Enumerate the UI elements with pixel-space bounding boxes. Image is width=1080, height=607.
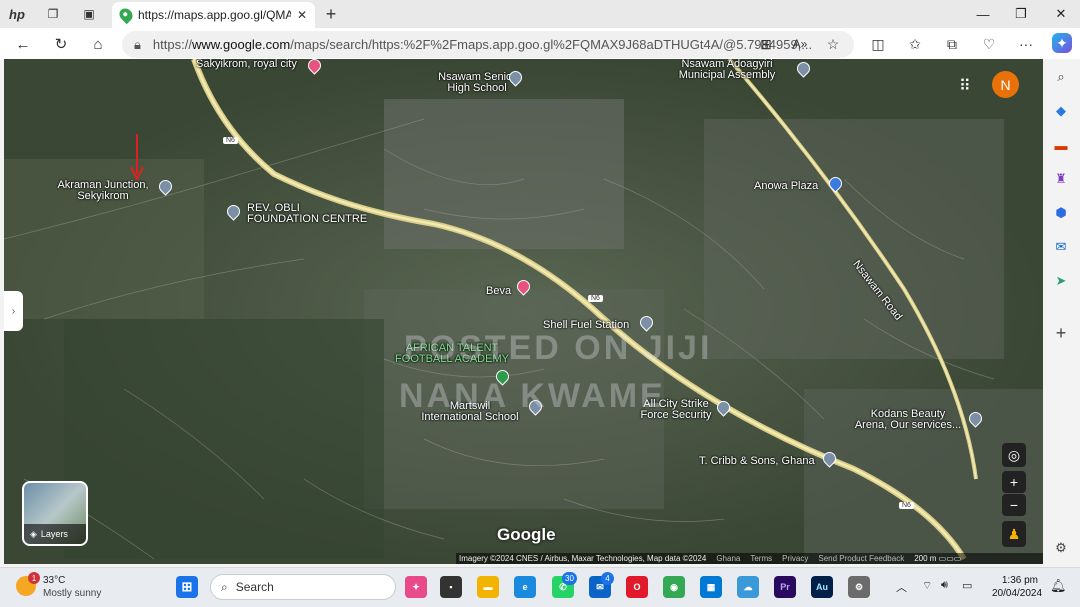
start-icon[interactable]: ⊞ <box>176 576 198 598</box>
collections-icon[interactable]: ⧉ <box>942 34 962 54</box>
weather-badge: 1 <box>28 572 40 584</box>
zoom-in-button[interactable]: + <box>1002 471 1026 493</box>
clock-date: 20/04/2024 <box>992 588 1043 599</box>
new-tab-icon[interactable]: + <box>322 4 340 24</box>
sidebar-tools-icon[interactable]: ▬ <box>1051 135 1071 155</box>
sidebar-send-icon[interactable]: ➤ <box>1051 271 1071 291</box>
attribution-bar: Imagery ©2024 CNES / Airbus, Maxar Techn… <box>456 553 1043 564</box>
road-shield-n6-c: N6 <box>899 502 914 509</box>
label-beva[interactable]: Beva <box>486 286 511 297</box>
copilot-icon[interactable]: ✦ <box>1052 33 1072 53</box>
chevron-up-icon[interactable]: ︿ <box>896 579 907 595</box>
refresh-icon[interactable]: ↻ <box>50 34 72 54</box>
copilot-taskbar-icon[interactable]: ✦ <box>405 576 427 598</box>
volume-icon[interactable]: 🔊︎ <box>941 579 948 592</box>
temperature: 33°C <box>43 575 66 586</box>
address-bar[interactable]: 🔒︎ https://www.google.com/maps/search/ht… <box>122 31 854 58</box>
label-rev-obli[interactable]: REV. OBLI FOUNDATION CENTRE <box>247 203 367 225</box>
layers-label: Layers <box>40 529 68 539</box>
mail-badge: 4 <box>601 572 614 585</box>
feedback-link[interactable]: Send Product Feedback <box>818 554 904 563</box>
weather-condition: Mostly sunny <box>43 588 102 599</box>
close-tab-icon[interactable]: ✕ <box>297 8 307 22</box>
sidebar-settings-icon[interactable]: ⚙ <box>1051 538 1071 558</box>
taskbar <box>0 567 1080 607</box>
map-view[interactable]: Sakyikrom, royal city Nsawam Senior High … <box>4 59 1043 564</box>
audition-icon[interactable]: Au <box>811 576 833 598</box>
sidebar-shopping-icon[interactable]: ◆ <box>1051 101 1071 121</box>
layers-button[interactable]: ◈ Layers <box>22 481 88 546</box>
notification-bell-icon[interactable]: 🔔︎ <box>1050 578 1067 594</box>
google-logo: Google <box>497 525 556 544</box>
chatgpt-icon[interactable]: ⚙ <box>848 576 870 598</box>
hp-logo-icon: hp <box>9 6 25 22</box>
read-aloud-icon[interactable]: A» <box>790 34 810 54</box>
my-location-icon[interactable]: ◎ <box>1002 443 1026 467</box>
expand-panel-button[interactable]: › <box>4 291 23 331</box>
vertical-tabs-icon[interactable]: ▣ <box>80 5 98 23</box>
taskbar-search[interactable]: ⌕ Search <box>210 574 396 600</box>
active-tab[interactable]: https://maps.app.goo.gl/QMAX9 ✕ <box>112 2 315 28</box>
label-t-cribb[interactable]: T. Cribb & Sons, Ghana <box>699 456 815 467</box>
imagery-credit: Imagery ©2024 CNES / Airbus, Maxar Techn… <box>459 554 707 563</box>
label-kodans-beauty[interactable]: Kodans Beauty Arena, Our services... <box>852 409 964 431</box>
browser-essentials-icon[interactable]: ♡ <box>979 34 999 54</box>
sidebar-outlook-icon[interactable]: ✉ <box>1051 237 1071 257</box>
road-shield-n6-b: N6 <box>588 295 603 302</box>
back-icon[interactable]: ← <box>12 34 34 54</box>
workspaces-icon[interactable]: ❐ <box>44 5 62 23</box>
close-window-icon[interactable]: ✕ <box>1046 4 1076 24</box>
url-scheme: https:// <box>152 37 192 52</box>
app-available-icon[interactable]: ⊞ <box>756 34 776 54</box>
favorites-icon[interactable]: ✩ <box>905 34 925 54</box>
task-view-icon[interactable]: ▪ <box>440 576 462 598</box>
weather-widget[interactable]: 33°C Mostly sunny <box>43 574 101 600</box>
whatsapp-badge: 30 <box>562 572 577 585</box>
sidebar-games-icon[interactable]: ♜ <box>1051 169 1071 189</box>
sidebar-search-icon[interactable]: ⌕ <box>1051 67 1071 87</box>
clock-time: 1:36 pm <box>1001 575 1038 586</box>
label-akraman-junction[interactable]: Akraman Junction, Sekyikrom <box>48 180 158 202</box>
home-icon[interactable]: ⌂ <box>87 34 109 54</box>
label-anowa-plaza[interactable]: Anowa Plaza <box>754 181 818 192</box>
chrome-icon[interactable]: ◉ <box>663 576 685 598</box>
photos-icon[interactable]: ☁ <box>737 576 759 598</box>
avatar[interactable]: N <box>992 71 1019 98</box>
pegman-icon[interactable]: ♟ <box>1002 521 1026 547</box>
road-shield-n6-a: N6 <box>223 137 238 144</box>
country-link[interactable]: Ghana <box>716 554 740 563</box>
url-host: www.google.com <box>191 37 291 52</box>
terms-link[interactable]: Terms <box>750 554 772 563</box>
watermark-bottom: NANA KWAME <box>399 377 666 415</box>
label-sakyikrom-royal[interactable]: Sakyikrom, royal city <box>196 59 297 70</box>
maps-favicon-icon <box>116 5 136 25</box>
battery-icon[interactable]: ▭ <box>962 579 972 592</box>
lock-icon: 🔒︎ <box>134 36 141 52</box>
privacy-link[interactable]: Privacy <box>782 554 808 563</box>
scale-bar[interactable]: 200 m ▭▭▭ <box>914 554 961 563</box>
more-menu-icon[interactable]: ··· <box>1016 34 1036 54</box>
search-placeholder: Search <box>235 580 274 594</box>
sidebar-add-icon[interactable]: + <box>1051 323 1071 343</box>
watermark-top: POSTED ON JIJI <box>404 329 713 367</box>
favorite-star-icon[interactable]: ☆ <box>823 34 843 54</box>
split-screen-icon[interactable]: ◫ <box>868 34 888 54</box>
url-path: /maps/search/https:%2F%2Fmaps.app.goo.gl… <box>290 37 813 52</box>
sidebar-m365-icon[interactable]: ⬢ <box>1051 203 1071 223</box>
premiere-pro-icon[interactable]: Pr <box>774 576 796 598</box>
clock[interactable]: 1:36 pm 20/04/2024 <box>992 574 1043 600</box>
edge-icon[interactable]: e <box>514 576 536 598</box>
label-nsawam-adoagyiri[interactable]: Nsawam Adoagyiri Municipal Assembly <box>672 59 782 81</box>
store-icon[interactable]: ▦ <box>700 576 722 598</box>
zoom-out-button[interactable]: − <box>1002 494 1026 516</box>
minimize-icon[interactable]: — <box>968 4 998 24</box>
file-explorer-icon[interactable]: ▬ <box>477 576 499 598</box>
layers-icon: ◈ <box>30 528 37 539</box>
wifi-icon[interactable]: ⌔ <box>922 579 932 593</box>
tab-title: https://maps.app.goo.gl/QMAX9 <box>138 8 291 22</box>
restore-icon[interactable]: ❐ <box>1006 4 1036 24</box>
search-icon: ⌕ <box>221 579 228 594</box>
opera-icon[interactable]: O <box>626 576 648 598</box>
google-apps-icon[interactable]: ⠿ <box>959 76 975 95</box>
